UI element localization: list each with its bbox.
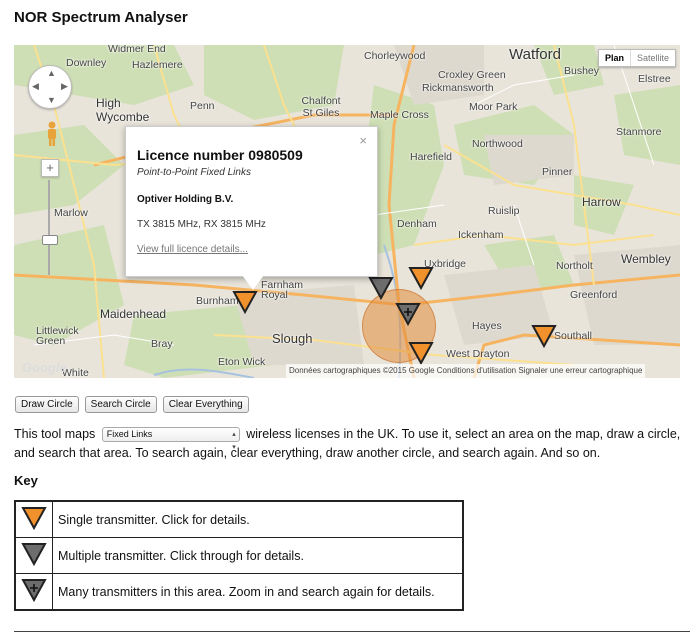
place-label: Denham	[397, 218, 437, 230]
key-row: Many transmitters in this area. Zoom in …	[14, 573, 464, 611]
place-label: Pinner	[542, 166, 573, 178]
licence-type-select-value: Fixed Links	[106, 429, 153, 440]
zoom-slider-track[interactable]	[48, 180, 50, 275]
zoom-in-button[interactable]: +	[41, 159, 59, 177]
place-label: Wembley	[621, 252, 671, 266]
licence-holder: Optiver Holding B.V.	[137, 194, 234, 205]
place-label: Moor Park	[469, 101, 518, 113]
action-buttons: Draw Circle Search Circle Clear Everythi…	[15, 396, 249, 413]
page-title: NOR Spectrum Analyser	[14, 9, 188, 26]
orange-triangle-marker[interactable]	[408, 340, 434, 366]
place-label: Harrow	[582, 195, 621, 209]
place-label: High Wycombe	[96, 96, 150, 124]
place-label: Hazlemere	[132, 59, 183, 71]
map[interactable]: Widmer End Downley Hazlemere Chorleywood…	[14, 45, 680, 378]
pan-left-icon[interactable]: ◀	[32, 81, 39, 92]
place-label: Littlewick Green	[36, 325, 79, 347]
search-circle-button[interactable]: Search Circle	[84, 396, 157, 413]
map-attribution[interactable]: Données cartographiques ©2015 Google Con…	[286, 364, 646, 378]
orange-triangle-icon	[21, 507, 47, 531]
zoom-slider-thumb[interactable]	[42, 235, 58, 245]
place-label: Harefield	[410, 151, 453, 163]
place-label: Northwood	[472, 138, 523, 150]
grey-triangle-icon	[21, 543, 47, 567]
description: This tool maps Fixed Links ▴ ▾ wireless l…	[14, 425, 689, 462]
orange-triangle-marker[interactable]	[232, 289, 258, 315]
pan-down-icon[interactable]: ▼	[47, 95, 56, 105]
place-label: Chalfont St Giles	[301, 95, 341, 119]
place-label: Southall	[554, 330, 592, 342]
place-label: Northolt	[556, 260, 593, 272]
place-label: Croxley Green	[438, 69, 506, 81]
licence-frequency: TX 3815 MHz, RX 3815 MHz	[137, 219, 266, 230]
place-label: Chorleywood	[364, 50, 426, 62]
licence-type: Point-to-Point Fixed Links	[137, 167, 251, 178]
place-label: Elstree	[638, 73, 671, 85]
draw-circle-button[interactable]: Draw Circle	[15, 396, 79, 413]
licence-info-window: × Licence number 0980509 Point-to-Point …	[125, 126, 378, 290]
pan-right-icon[interactable]: ▶	[61, 81, 68, 92]
key-row: Multiple transmitter. Click through for …	[14, 537, 464, 574]
place-label: Watford	[509, 46, 561, 63]
map-type-plan[interactable]: Plan	[599, 50, 630, 66]
place-label: Widmer End	[108, 45, 166, 55]
place-label: Eton Wick	[218, 356, 266, 368]
pan-control[interactable]: ▲ ▼ ◀ ▶	[28, 65, 72, 109]
info-window-pointer	[242, 275, 264, 290]
pan-up-icon[interactable]: ▲	[47, 68, 56, 78]
place-label: Greenford	[570, 289, 618, 301]
divider	[14, 631, 690, 632]
view-licence-link[interactable]: View full licence details...	[137, 244, 248, 255]
place-label: Ickenham	[458, 229, 504, 241]
clear-everything-button[interactable]: Clear Everything	[162, 396, 249, 413]
place-label: Downley	[66, 57, 107, 69]
close-icon[interactable]: ×	[359, 133, 367, 148]
key-row-text: Many transmitters in this area. Zoom in …	[52, 573, 464, 611]
place-label: Penn	[190, 100, 215, 112]
map-type-satellite[interactable]: Satellite	[629, 50, 675, 66]
orange-triangle-marker[interactable]	[531, 323, 557, 349]
key-row-text: Multiple transmitter. Click through for …	[52, 537, 464, 574]
grey-triangle-marker[interactable]	[368, 275, 394, 301]
map-type-control: Plan Satellite	[597, 49, 676, 67]
place-label: Maple Cross	[370, 109, 429, 121]
place-label: Maidenhead	[100, 307, 167, 321]
grey-plus-triangle-icon	[21, 579, 47, 603]
place-label: Slough	[272, 331, 313, 346]
place-label: Marlow	[54, 207, 88, 219]
description-before: This tool maps	[14, 427, 96, 441]
pegman-icon[interactable]	[44, 121, 60, 147]
licence-title: Licence number 0980509	[137, 147, 303, 163]
key-title: Key	[14, 473, 38, 488]
place-label: Stanmore	[616, 126, 662, 138]
orange-triangle-marker[interactable]	[408, 265, 434, 291]
place-label: West Drayton	[446, 348, 510, 360]
place-label: Rickmansworth	[422, 82, 494, 94]
key-row: Single transmitter. Click for details.	[14, 500, 464, 538]
place-label: Bray	[151, 338, 173, 350]
key-row-text: Single transmitter. Click for details.	[52, 500, 464, 538]
place-label: Farnham Royal	[261, 279, 304, 301]
place-label: Hayes	[472, 320, 502, 332]
select-arrows-icon: ▴ ▾	[232, 431, 236, 452]
place-label: Ruislip	[488, 205, 520, 217]
grey-plus-triangle-marker[interactable]	[395, 301, 421, 327]
licence-type-select[interactable]: Fixed Links ▴ ▾	[101, 427, 240, 451]
place-label: Bushey	[564, 65, 600, 77]
key-table: Single transmitter. Click for details. M…	[14, 500, 464, 611]
google-logo: Google	[22, 360, 67, 375]
